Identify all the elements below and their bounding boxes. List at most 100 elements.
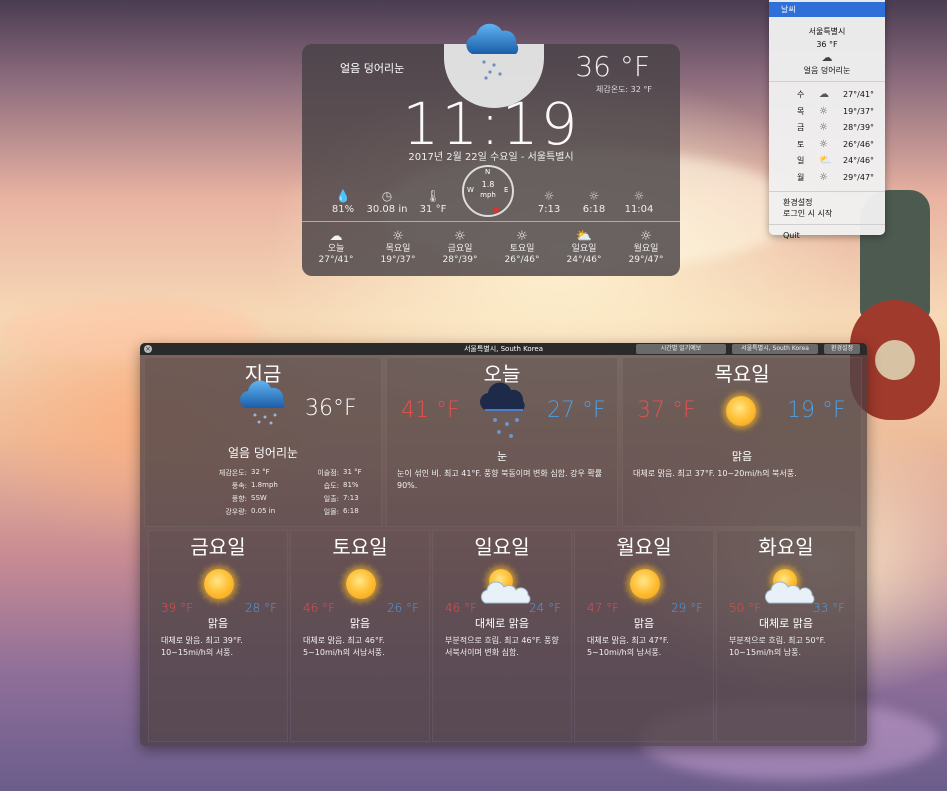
- day-condition: 대체로 맑음: [758, 617, 814, 630]
- partly-cloudy-icon: ⛅: [819, 155, 832, 166]
- precip-value: 0.05 in: [251, 507, 276, 515]
- card-title: 월요일: [616, 535, 672, 559]
- dewpoint-label: 이슬점:: [317, 469, 339, 477]
- menu-forecast-row[interactable]: 금 ☼ 28°/39°: [769, 120, 885, 137]
- wind-dir-value: SSW: [251, 494, 267, 502]
- stat-solar-noon: ☼ 11:04: [614, 188, 664, 215]
- day-description: 대체로 맑음. 최고 46°F. 5~10mi/h의 서남서풍.: [303, 636, 385, 657]
- menu-range: 26°/46°: [843, 139, 875, 149]
- widget-divider: [302, 221, 680, 222]
- current-temp: 36°F: [305, 396, 357, 421]
- menu-item-launch-at-login[interactable]: 로그인 시 시작: [769, 208, 885, 219]
- wind-direction-needle: [493, 207, 499, 213]
- stat-value: 31 °F: [419, 204, 447, 215]
- menu-forecast-row[interactable]: 수 ☁ 27°/41°: [769, 87, 885, 104]
- menu-condition: 얼음 덩어리눈: [803, 66, 851, 75]
- high-temp: 46 °F: [303, 601, 335, 615]
- sunrise-value: 7:13: [343, 494, 359, 502]
- day-condition: 대체로 맑음: [474, 617, 530, 630]
- sun-icon: ☼: [516, 229, 528, 244]
- cloud-icon: ☁: [821, 51, 833, 64]
- day-card: 월요일 47 °F 29 °F 맑음 대체로 맑음. 최고 47°F. 5~10…: [574, 530, 714, 742]
- menu-item-quit[interactable]: Quit: [769, 230, 885, 241]
- menu-forecast-row[interactable]: 목 ☼ 19°/37°: [769, 104, 885, 121]
- card-title: 일요일: [474, 535, 530, 559]
- feels-label: 체감온도:: [218, 469, 247, 477]
- menu-day: 수: [797, 90, 805, 99]
- sun-icon: ☼: [819, 105, 828, 117]
- stat-pressure: ◷ 30.08 in: [362, 188, 412, 215]
- snow-cloud-icon: ☁: [329, 229, 343, 244]
- menu-day: 금: [797, 123, 805, 132]
- menu-day: 토: [797, 139, 805, 149]
- menu-separator: [769, 224, 885, 225]
- wind-dir-label: 풍향:: [231, 495, 247, 503]
- humidity-icon: 💧: [335, 189, 351, 203]
- forecast-range: 19°/37°: [380, 255, 416, 265]
- low-temp: 27 °F: [547, 398, 606, 423]
- today-description: 눈이 섞인 비. 최고 41°F. 풍향 북동이며 변화 심함. 강우 확률 9…: [397, 469, 603, 490]
- menu-forecast-row[interactable]: 토 ☼ 26°/46°: [769, 137, 885, 154]
- menu-range: 28°/39°: [843, 123, 875, 132]
- preferences-button[interactable]: 환경설정: [824, 344, 860, 354]
- menu-range: 27°/41°: [843, 90, 875, 99]
- day-card: 일요일 46 °F 24 °F 대체로 맑음 부분적으로 흐림. 최고 46°F…: [432, 530, 572, 742]
- menu-separator: [769, 81, 885, 82]
- card-title: 토요일: [332, 535, 388, 559]
- low-temp: 28 °F: [245, 601, 277, 615]
- day-card: 화요일 50 °F 33 °F 대체로 맑음 부분적으로 흐림. 최고 50°F…: [716, 530, 856, 742]
- precip-label: 강우량:: [225, 508, 247, 516]
- sun-icon: ☼: [819, 138, 828, 150]
- forecast-day: ☼ 금요일 28°/39°: [430, 230, 490, 266]
- thursday-condition: 맑음: [731, 450, 753, 463]
- forecast-day-label: 월요일: [633, 244, 659, 254]
- sun-icon: ☼: [392, 229, 404, 244]
- location-button[interactable]: 서울특별시, South Korea: [732, 344, 818, 354]
- thursday-card: 목요일 37 °F 19 °F 맑음 대체로 맑음. 최고 37°F. 10~2…: [622, 357, 862, 527]
- sun-icon: ☼: [454, 229, 466, 244]
- wind-speed: 1.8: [481, 180, 495, 189]
- day-card: 토요일 46 °F 26 °F 맑음 대체로 맑음. 최고 46°F. 5~10…: [290, 530, 430, 742]
- card-title: 화요일: [758, 535, 814, 559]
- dewpoint-value: 31 °F: [343, 468, 362, 476]
- stat-humidity: 💧 81%: [318, 188, 368, 215]
- sun-icon: [204, 569, 234, 599]
- window-titlebar: × 서울특별시, South Korea 시간별 일기예보 서울특별시, Sou…: [140, 343, 867, 355]
- partly-cloudy-icon: [475, 565, 535, 605]
- forecast-day-label: 금요일: [447, 244, 473, 254]
- high-temp: 46 °F: [445, 601, 477, 615]
- high-temp: 41 °F: [401, 398, 460, 423]
- day-condition: 맑음: [207, 617, 229, 630]
- forecast-day-label: 토요일: [509, 244, 535, 254]
- menu-forecast-row[interactable]: 월 ☼ 29°/47°: [769, 170, 885, 187]
- wind-compass: N E W 1.8 mph: [462, 165, 514, 217]
- widget-temperature: 36 °F: [575, 50, 650, 83]
- humidity-label: 습도:: [323, 482, 339, 490]
- menu-range: 29°/47°: [843, 172, 875, 182]
- forecast-day: ⛅ 일요일 24°/46°: [554, 230, 614, 266]
- low-temp: 29 °F: [671, 601, 703, 615]
- menu-forecast-row[interactable]: 일 ⛅ 24°/46°: [769, 153, 885, 170]
- current-condition: 얼음 덩어리눈: [227, 446, 299, 460]
- forecast-day-label: 오늘: [327, 244, 345, 254]
- menu-item-weather[interactable]: 날씨: [769, 2, 885, 17]
- day-description: 대체로 맑음. 최고 39°F. 10~15mi/h의 서풍.: [161, 636, 243, 657]
- sunset-value: 6:18: [343, 507, 359, 515]
- day-description: 부분적으로 흐림. 최고 50°F. 10~15mi/h의 남풍.: [729, 636, 826, 657]
- menu-item-preferences[interactable]: 환경설정: [769, 197, 885, 208]
- partly-cloudy-icon: ⛅: [575, 229, 593, 244]
- hourly-forecast-button[interactable]: 시간별 일기예보: [636, 344, 726, 354]
- humidity-value: 81%: [343, 481, 359, 489]
- compass-n: N: [485, 168, 491, 176]
- forecast-range: 29°/47°: [628, 255, 664, 265]
- high-temp: 50 °F: [729, 601, 761, 615]
- feels-value: 32 °F: [251, 468, 270, 476]
- forecast-day-label: 일요일: [571, 244, 597, 254]
- forecast-range: 24°/46°: [566, 255, 602, 265]
- day-condition: 맑음: [349, 617, 371, 630]
- forecast-day: ☼ 토요일 26°/46°: [492, 230, 552, 266]
- sun-icon: ☼: [819, 122, 828, 133]
- partly-cloudy-icon: [759, 565, 819, 605]
- forecast-range: 28°/39°: [442, 255, 478, 265]
- sunset-icon: ☼: [588, 189, 600, 203]
